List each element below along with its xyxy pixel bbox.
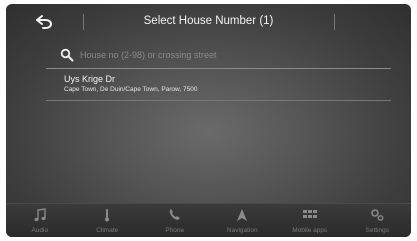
gear-icon <box>371 209 384 221</box>
nav-label: Mobile apps <box>292 227 328 234</box>
nav-item-audio[interactable]: Audio <box>6 204 74 237</box>
nav-label: Phone <box>165 227 185 234</box>
result-address-detail: Cape Town, De Duin/Cape Town, Parow, 750… <box>64 86 198 93</box>
nav-label: Navigation <box>226 227 258 234</box>
nav-item-phone[interactable]: Phone <box>141 204 209 237</box>
nav-label: Audio <box>31 227 49 234</box>
nav-label: Climate <box>96 227 119 234</box>
bottom-nav-bar: Audio Climate Phone Navigation Mobile ap… <box>6 203 411 237</box>
list-divider <box>46 100 391 101</box>
music-note-icon <box>34 208 46 222</box>
header: Select House Number (1) <box>6 4 411 38</box>
header-divider <box>83 14 84 30</box>
head-unit-screen: Select House Number (1) Uys Krige Dr Cap… <box>6 4 411 237</box>
nav-item-mobile-apps[interactable]: Mobile apps <box>276 204 344 237</box>
nav-item-climate[interactable]: Climate <box>74 204 142 237</box>
phone-icon <box>169 209 180 220</box>
page-title: Select House Number (1) <box>143 15 274 27</box>
back-button[interactable] <box>26 11 62 33</box>
result-street-name: Uys Krige Dr <box>64 74 116 84</box>
nav-item-navigation[interactable]: Navigation <box>209 204 277 237</box>
search-icon <box>60 48 74 62</box>
climate-icon <box>105 209 110 222</box>
header-divider <box>334 14 335 30</box>
search-input[interactable] <box>80 46 380 64</box>
nav-label: Settings <box>365 227 390 234</box>
navigation-icon <box>237 209 248 221</box>
back-arrow-icon <box>36 15 52 29</box>
list-item[interactable]: Uys Krige Dr Cape Town, De Duin/Cape Tow… <box>46 71 391 98</box>
nav-item-settings[interactable]: Settings <box>344 204 412 237</box>
search-row[interactable] <box>46 42 391 68</box>
search-underline <box>46 68 391 69</box>
apps-grid-icon <box>302 210 317 218</box>
